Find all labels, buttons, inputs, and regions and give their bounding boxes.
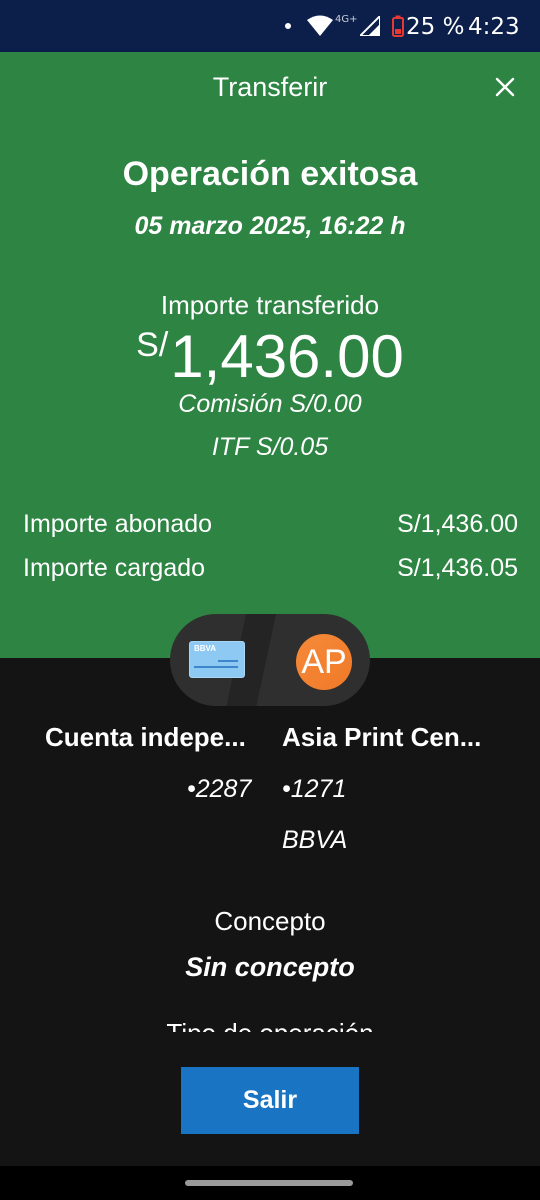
wifi-icon <box>307 15 333 36</box>
home-gesture-handle[interactable] <box>185 1180 353 1186</box>
concept-label: Concepto <box>214 906 326 936</box>
page-title: Transferir <box>212 72 328 102</box>
itf-text: ITF S/0.05 <box>211 433 329 461</box>
bank-card-icon: BBVA <box>189 641 245 678</box>
battery-icon <box>392 15 404 37</box>
destination-account-name: Asia Print Cen... <box>282 722 482 752</box>
credited-amount-value: S/1,436.00 <box>397 510 518 538</box>
card-brand-label: BBVA <box>194 644 217 653</box>
operation-type-label: Tipo de operación <box>0 1018 540 1032</box>
operation-status-title: Operación exitosa <box>122 155 418 193</box>
notification-dot-icon <box>285 23 291 29</box>
transferred-amount-label: Importe transferido <box>160 290 380 320</box>
signal-icon <box>360 16 380 36</box>
charged-amount-label: Importe cargado <box>23 554 206 582</box>
amount-value: 1,436.00 <box>170 323 404 390</box>
exit-button[interactable]: Salir <box>181 1067 359 1134</box>
operation-datetime: 05 marzo 2025, 16:22 h <box>134 212 406 240</box>
destination-account-number: •1271 <box>282 775 347 803</box>
network-type: 4G+ <box>335 14 358 25</box>
origin-account-name: Cuenta indepe... <box>45 722 246 752</box>
amount-currency: S/ <box>136 326 169 364</box>
operation-type-clip: Tipo de operación <box>0 1010 540 1032</box>
accounts-pill: BBVA AP <box>170 614 370 706</box>
status-bar: 4G+ 25 % 4:23 <box>0 0 540 52</box>
destination-bank: BBVA <box>282 826 348 854</box>
clock: 4:23 <box>468 14 520 40</box>
concept-value: Sin concepto <box>185 952 355 982</box>
transferred-amount: S/1,436.00 <box>0 322 540 391</box>
battery-percent: 25 % <box>406 14 465 40</box>
recipient-avatar: AP <box>296 634 352 690</box>
close-icon[interactable] <box>490 72 520 102</box>
charged-amount-value: S/1,436.05 <box>397 554 518 582</box>
credited-amount-label: Importe abonado <box>23 510 213 538</box>
origin-account-number: •2287 <box>187 775 252 803</box>
commission-text: Comisión S/0.00 <box>178 390 362 418</box>
